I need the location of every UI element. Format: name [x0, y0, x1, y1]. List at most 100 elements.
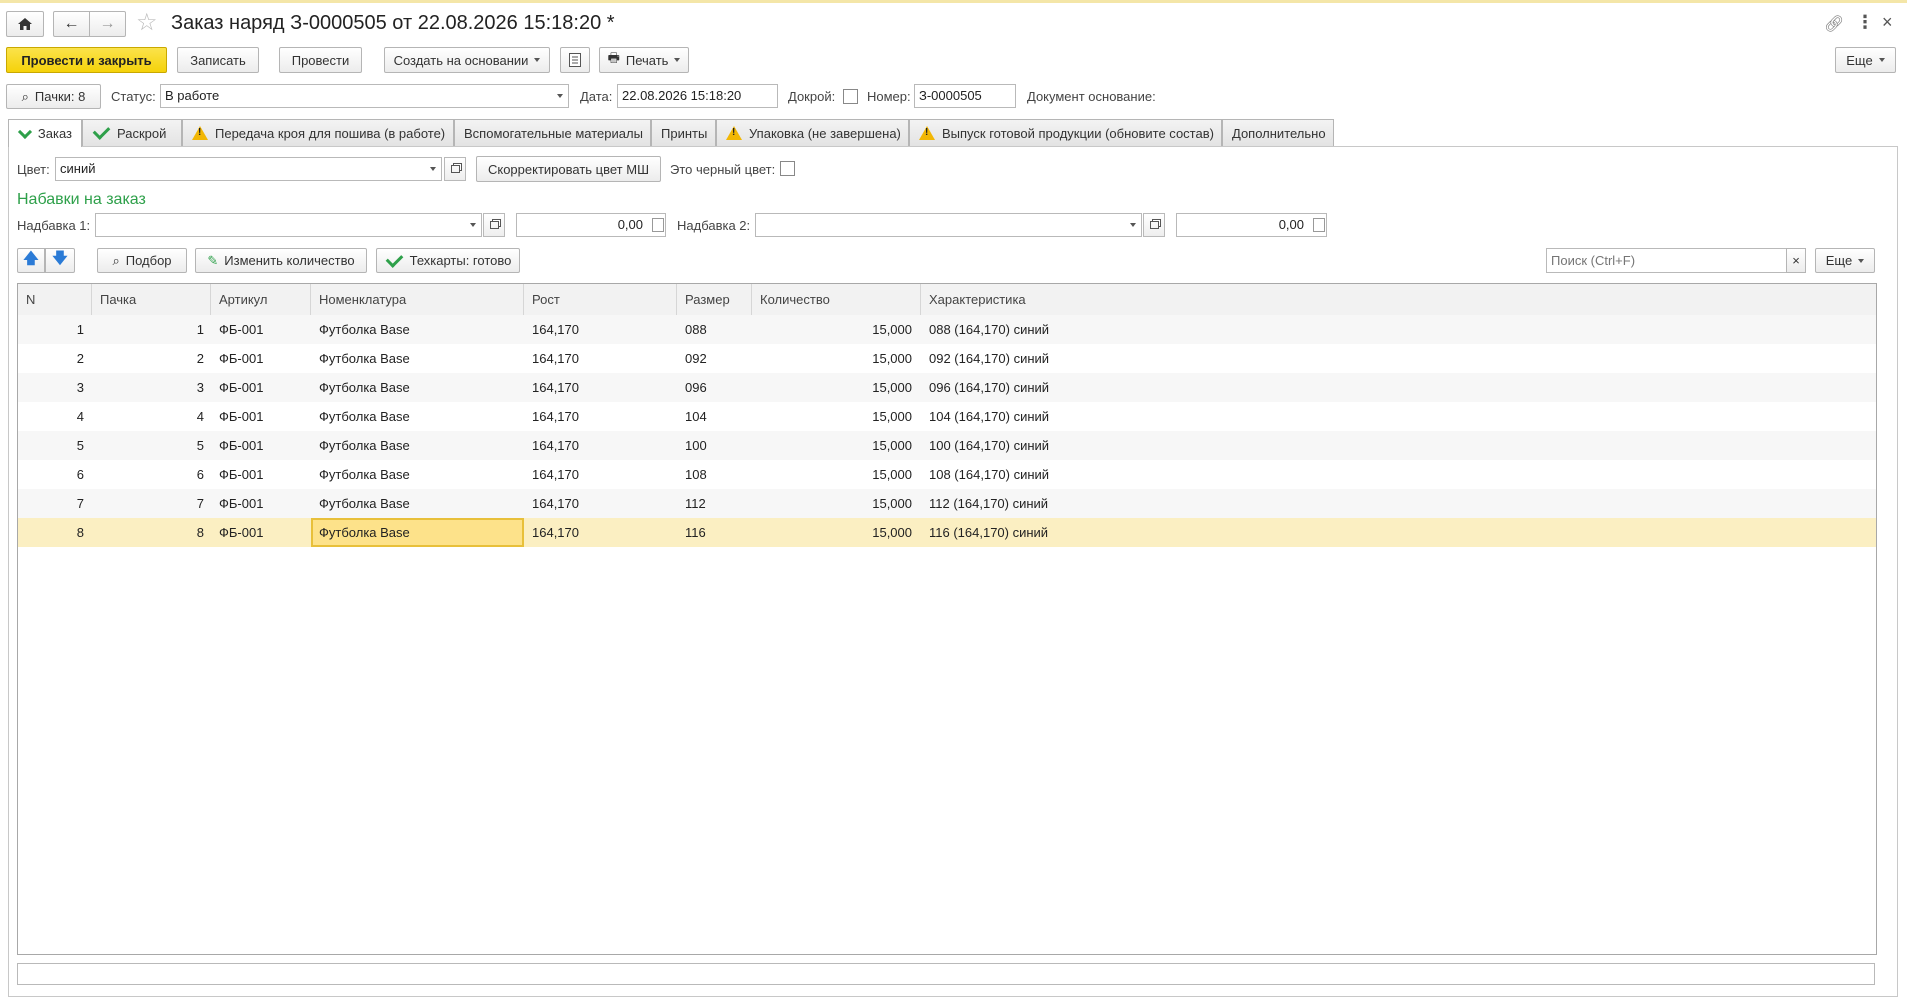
cell-height[interactable]: 164,170 — [532, 344, 672, 373]
cell-characteristic[interactable]: 112 (164,170) синий — [929, 489, 1529, 518]
print-button[interactable]: 🖶︎ Печать — [599, 47, 689, 73]
cell-item[interactable]: Футболка Base — [319, 344, 524, 373]
status-dropdown-button[interactable] — [551, 84, 569, 108]
column-header[interactable]: Характеристика — [921, 284, 1876, 315]
cell-quantity[interactable]: 15,000 — [752, 402, 912, 431]
cell-n[interactable]: 8 — [18, 518, 84, 547]
cell-n[interactable]: 3 — [18, 373, 84, 402]
cell-characteristic[interactable]: 108 (164,170) синий — [929, 460, 1529, 489]
tab-packaging[interactable]: Упаковка (не завершена) — [716, 119, 909, 146]
cell-article[interactable]: ФБ-001 — [219, 373, 309, 402]
tab-cut-transfer[interactable]: Передача кроя для пошива (в работе) — [182, 119, 454, 146]
cell-height[interactable]: 164,170 — [532, 402, 672, 431]
cell-height[interactable]: 164,170 — [532, 315, 672, 344]
table-row[interactable]: 6 6 ФБ-001 Футболка Base 164,170 108 15,000 108… — [18, 460, 1876, 489]
favorite-star-icon[interactable]: ☆ — [136, 9, 158, 37]
black-color-checkbox[interactable] — [780, 161, 795, 176]
color-open-button[interactable] — [444, 157, 466, 181]
cell-height[interactable]: 164,170 — [532, 460, 672, 489]
column-header[interactable]: Размер — [677, 284, 752, 315]
more-vertical-icon[interactable]: ⋮ — [1856, 12, 1874, 33]
cell-characteristic[interactable]: 096 (164,170) синий — [929, 373, 1529, 402]
cell-n[interactable]: 4 — [18, 402, 84, 431]
table-row[interactable]: 5 5 ФБ-001 Футболка Base 164,170 100 15,000 100… — [18, 431, 1876, 460]
search-clear-button[interactable]: × — [1786, 248, 1806, 273]
table-row[interactable]: 1 1 ФБ-001 Футболка Base 164,170 088 15,000 088… — [18, 315, 1876, 344]
cell-pack[interactable]: 3 — [92, 373, 204, 402]
cell-item[interactable]: Футболка Base — [319, 373, 524, 402]
tab-aux-materials[interactable]: Вспомогательные материалы — [454, 119, 651, 146]
cell-article[interactable]: ФБ-001 — [219, 489, 309, 518]
table-row[interactable]: 8 8 ФБ-001 Футболка Base 164,170 116 15,000 116… — [18, 518, 1876, 547]
cell-pack[interactable]: 2 — [92, 344, 204, 373]
markup2-open-button[interactable] — [1143, 213, 1165, 237]
cell-item[interactable]: Футболка Base — [319, 315, 524, 344]
cell-n[interactable]: 5 — [18, 431, 84, 460]
column-header[interactable]: Рост — [524, 284, 677, 315]
table-row[interactable]: 4 4 ФБ-001 Футболка Base 164,170 104 15,000 104… — [18, 402, 1876, 431]
cell-item[interactable]: Футболка Base — [319, 402, 524, 431]
markup1-field[interactable] — [95, 213, 465, 237]
markup2-amount[interactable]: 0,00 — [1176, 213, 1327, 237]
cell-item[interactable]: Футболка Base — [319, 431, 524, 460]
cell-article[interactable]: ФБ-001 — [219, 518, 309, 547]
post-button[interactable]: Провести — [279, 47, 362, 73]
cell-characteristic[interactable]: 104 (164,170) синий — [929, 402, 1529, 431]
move-up-button[interactable]: 🡅︎ — [17, 248, 45, 273]
calculator-icon[interactable] — [1313, 218, 1325, 232]
cell-size[interactable]: 100 — [685, 431, 745, 460]
cell-pack[interactable]: 6 — [92, 460, 204, 489]
markup2-dropdown-button[interactable] — [1124, 213, 1142, 237]
cell-quantity[interactable]: 15,000 — [752, 431, 912, 460]
color-field[interactable]: синий — [55, 157, 425, 181]
save-button[interactable]: Записать — [177, 47, 259, 73]
cell-size[interactable]: 112 — [685, 489, 745, 518]
cell-height[interactable]: 164,170 — [532, 431, 672, 460]
cell-item[interactable]: Футболка Base — [311, 518, 524, 547]
column-header[interactable]: Количество — [752, 284, 921, 315]
markup1-dropdown-button[interactable] — [464, 213, 482, 237]
cell-n[interactable]: 6 — [18, 460, 84, 489]
cell-size[interactable]: 092 — [685, 344, 745, 373]
cell-n[interactable]: 2 — [18, 344, 84, 373]
techcards-button[interactable]: Техкарты: готово — [376, 248, 520, 273]
cell-n[interactable]: 7 — [18, 489, 84, 518]
close-icon[interactable]: × — [1882, 12, 1893, 33]
cell-quantity[interactable]: 15,000 — [752, 315, 912, 344]
cell-size[interactable]: 088 — [685, 315, 745, 344]
cell-pack[interactable]: 4 — [92, 402, 204, 431]
link-icon[interactable]: 🔗︎ — [1824, 14, 1844, 34]
cell-size[interactable]: 096 — [685, 373, 745, 402]
footer-field[interactable] — [17, 963, 1875, 985]
create-based-on-button[interactable]: Создать на основании — [384, 47, 550, 73]
cell-size[interactable]: 104 — [685, 402, 745, 431]
column-header[interactable]: Пачка — [92, 284, 211, 315]
table-more-button[interactable]: Еще — [1815, 248, 1875, 273]
cell-article[interactable]: ФБ-001 — [219, 431, 309, 460]
tab-cutting[interactable]: Раскрой — [82, 119, 182, 146]
cell-article[interactable]: ФБ-001 — [219, 402, 309, 431]
cell-quantity[interactable]: 15,000 — [752, 460, 912, 489]
forward-button[interactable]: → — [89, 11, 126, 37]
post-and-close-button[interactable]: Провести и закрыть — [6, 47, 167, 73]
cell-size[interactable]: 116 — [685, 518, 745, 547]
cell-article[interactable]: ФБ-001 — [219, 344, 309, 373]
cell-pack[interactable]: 8 — [92, 518, 204, 547]
cell-quantity[interactable]: 15,000 — [752, 489, 912, 518]
cell-height[interactable]: 164,170 — [532, 373, 672, 402]
cell-item[interactable]: Футболка Base — [319, 460, 524, 489]
column-header[interactable]: Артикул — [211, 284, 311, 315]
tab-prints[interactable]: Принты — [651, 119, 716, 146]
move-down-button[interactable]: 🡇︎ — [45, 248, 75, 273]
cell-pack[interactable]: 1 — [92, 315, 204, 344]
color-dropdown-button[interactable] — [424, 157, 442, 181]
tab-order[interactable]: Заказ — [8, 119, 82, 147]
table-row[interactable]: 3 3 ФБ-001 Футболка Base 164,170 096 15,000 096… — [18, 373, 1876, 402]
table-row[interactable]: 2 2 ФБ-001 Футболка Base 164,170 092 15,000 092… — [18, 344, 1876, 373]
cell-characteristic[interactable]: 100 (164,170) синий — [929, 431, 1529, 460]
cell-pack[interactable]: 7 — [92, 489, 204, 518]
report-button[interactable] — [560, 47, 590, 73]
markup1-amount[interactable]: 0,00 — [516, 213, 666, 237]
cell-item[interactable]: Футболка Base — [319, 489, 524, 518]
cell-characteristic[interactable]: 088 (164,170) синий — [929, 315, 1529, 344]
